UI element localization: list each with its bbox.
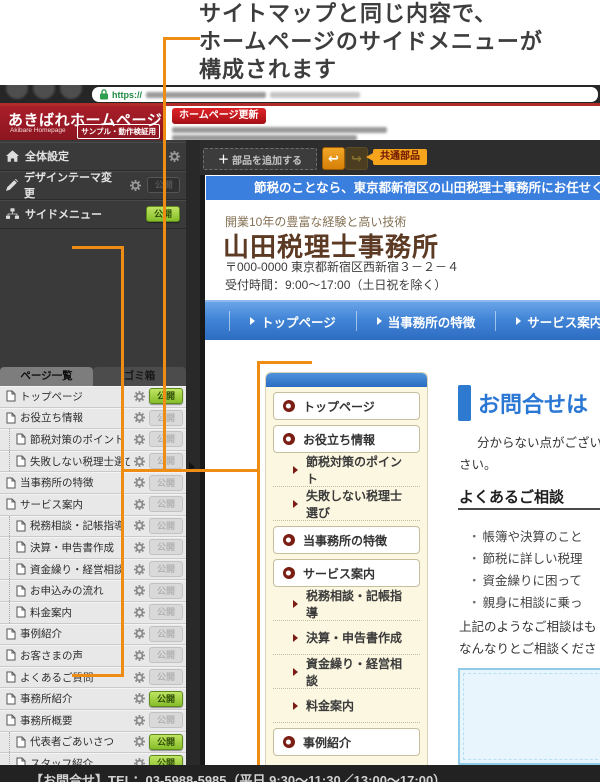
annotation-bracket-bottom	[72, 674, 124, 677]
annotation-vertical-line	[163, 37, 166, 472]
annotation-menu-corner	[257, 361, 312, 364]
annotation-horizontal-line	[121, 469, 260, 472]
annotation-bracket-right	[121, 246, 124, 677]
footer-contact-text: 【お問合せ】TEL：03-5988-5985（平日 9:30～11:30／13:…	[30, 770, 446, 782]
footer-bar: 【お問合せ】TEL：03-5988-5985（平日 9:30～11:30／13:…	[0, 765, 600, 782]
screenshot-root: サイトマップと同じ内容で、 ホームページのサイドメニューが 構成されます htt…	[0, 0, 600, 782]
annotation-connector-top	[163, 37, 200, 40]
annotation-lines-layer	[0, 0, 600, 782]
annotation-bracket-top	[72, 246, 124, 249]
annotation-menu-vertical-line	[257, 361, 260, 765]
